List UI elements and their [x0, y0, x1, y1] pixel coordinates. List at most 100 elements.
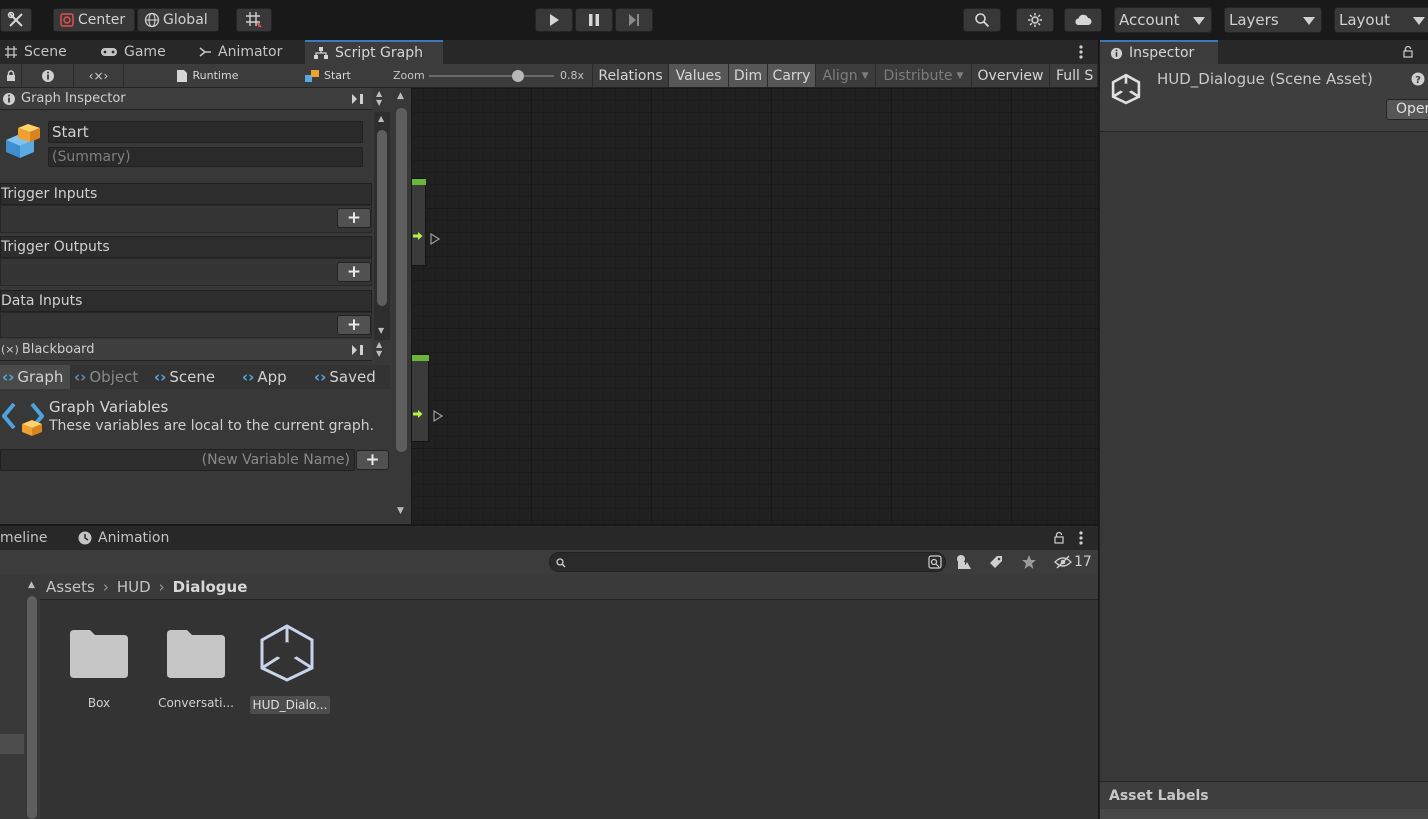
graph-node[interactable]	[411, 178, 426, 266]
trigger-outputs-header[interactable]: Trigger Outputs	[0, 236, 372, 258]
tab-animation[interactable]: Animation	[70, 526, 180, 550]
scroll-down-icon[interactable]: ▼	[397, 506, 404, 516]
tab-game[interactable]: Game	[92, 40, 182, 64]
tab-timeline[interactable]: meline	[0, 526, 60, 550]
add-variable-button[interactable]: +	[356, 450, 389, 470]
breadcrumb-dialogue[interactable]: Dialogue	[173, 578, 248, 596]
chevron-right-icon: ›	[102, 577, 109, 596]
overview-button[interactable]: Overview	[972, 64, 1050, 87]
scroll-up-icon[interactable]: ▲	[28, 580, 35, 590]
tab-inspector[interactable]: Inspector	[1100, 40, 1218, 64]
tools-button[interactable]	[0, 8, 32, 32]
layout-dropdown[interactable]: Layout	[1334, 7, 1428, 33]
carry-toggle[interactable]: Carry	[768, 64, 816, 87]
full-screen-button[interactable]: Full S	[1050, 64, 1098, 87]
tab-scene-variables[interactable]: ‹› Scene	[152, 365, 230, 389]
dock-icon[interactable]	[351, 93, 365, 105]
distribute-label: Distribute	[883, 67, 953, 84]
search-scope-icon[interactable]	[928, 555, 942, 569]
more-menu-icon[interactable]	[1076, 44, 1086, 60]
lock-icon[interactable]	[1054, 531, 1064, 544]
folder-tree-scrollbar[interactable]: ▲	[24, 574, 40, 819]
breadcrumb-runtime[interactable]: Runtime	[124, 64, 290, 87]
services-button[interactable]	[1016, 8, 1054, 32]
graph-variables-heading: Graph Variables	[49, 398, 169, 416]
dock-icon[interactable]	[351, 344, 365, 356]
asset-item-selected[interactable]: HUD_Dialo...	[249, 618, 331, 714]
search-button[interactable]	[963, 8, 1001, 32]
tab-scene[interactable]: Scene	[0, 40, 90, 64]
graph-inspector-toggle[interactable]	[22, 64, 74, 87]
account-dropdown[interactable]: Account	[1114, 7, 1212, 33]
side-panel-scroll-thumb[interactable]	[396, 108, 407, 452]
summary-field[interactable]: (Summary)	[48, 147, 363, 167]
zoom-slider-thumb[interactable]	[511, 70, 524, 82]
graph-node[interactable]	[411, 354, 429, 442]
plus-icon: +	[365, 449, 380, 470]
flow-port-icon[interactable]	[430, 233, 440, 245]
asset-item[interactable]: Conversati...	[155, 626, 237, 716]
breadcrumb-assets[interactable]: Assets	[46, 578, 95, 596]
play-button[interactable]	[535, 8, 573, 32]
scroll-up-icon[interactable]: ▲	[397, 91, 404, 101]
cloud-button[interactable]	[1064, 8, 1102, 32]
tab-saved-variables[interactable]: ‹› Saved	[312, 365, 390, 389]
favorites-star-icon[interactable]	[1021, 554, 1037, 570]
breadcrumb-hud[interactable]: HUD	[117, 578, 151, 596]
open-button[interactable]: Oper	[1386, 99, 1428, 120]
tab-object-variables[interactable]: ‹› Object	[72, 365, 150, 389]
asset-item[interactable]: Box	[62, 626, 136, 716]
data-inputs-header[interactable]: Data Inputs	[0, 290, 372, 312]
layers-dropdown[interactable]: Layers	[1224, 7, 1322, 33]
tab-script-graph[interactable]: Script Graph	[305, 40, 443, 64]
add-trigger-output-button[interactable]: +	[337, 262, 371, 282]
tab-app-variables[interactable]: ‹› App	[240, 365, 308, 389]
add-trigger-input-button[interactable]: +	[337, 208, 371, 228]
tab-animator[interactable]: Animator	[190, 40, 300, 64]
new-variable-name-field[interactable]: (New Variable Name)	[0, 449, 355, 471]
flow-arrow-icon	[413, 410, 423, 418]
project-browser: ▲ Assets › HUD › Dialogue Box Conversati…	[0, 574, 1098, 819]
trigger-inputs-label: Trigger Inputs	[1, 186, 98, 202]
side-panel-scrollbar[interactable]: ▲ ▼	[393, 88, 411, 524]
lock-button[interactable]	[0, 64, 22, 87]
tab-graph-variables[interactable]: ‹› Graph	[0, 365, 70, 389]
add-data-input-button[interactable]: +	[337, 315, 371, 335]
grid-snap-button[interactable]	[236, 8, 272, 32]
filter-by-label-icon[interactable]	[988, 554, 1004, 570]
folder-tree[interactable]	[0, 574, 24, 819]
zoom-slider[interactable]	[429, 70, 554, 82]
pivot-global-button[interactable]: Global	[137, 8, 219, 32]
asset-labels-header[interactable]: Asset Labels	[1100, 781, 1428, 809]
values-toggle[interactable]: Values	[669, 64, 729, 87]
help-icon[interactable]: ?	[1411, 72, 1425, 86]
flow-arrow-icon	[413, 232, 423, 240]
inspector-scroll-thumb[interactable]	[377, 130, 387, 306]
folder-tree-scroll-thumb[interactable]	[27, 596, 37, 819]
trigger-inputs-header[interactable]: Trigger Inputs	[0, 183, 372, 205]
step-button[interactable]	[615, 8, 653, 32]
project-search-input[interactable]	[549, 552, 946, 572]
lock-icon[interactable]	[1403, 45, 1413, 58]
inspector-scrollbar[interactable]: ▲ ▼	[374, 112, 390, 340]
blackboard-toggle[interactable]: ‹×›	[74, 64, 124, 87]
scroll-up-down-icon[interactable]: ▲ ▼	[376, 89, 382, 107]
scroll-down-icon[interactable]: ▼	[378, 326, 384, 335]
plus-icon: +	[346, 261, 362, 282]
dim-toggle[interactable]: Dim	[729, 64, 768, 87]
flow-port-icon[interactable]	[433, 410, 443, 422]
pause-button[interactable]	[575, 8, 613, 32]
node-title-field[interactable]: Start	[48, 121, 363, 143]
more-menu-icon[interactable]	[1076, 530, 1086, 546]
breadcrumb-start[interactable]: Start	[290, 64, 390, 87]
folder-tree-selected-row[interactable]	[0, 734, 24, 754]
align-dropdown[interactable]: Align ▼	[816, 64, 876, 87]
graph-canvas[interactable]	[411, 88, 1098, 524]
distribute-dropdown[interactable]: Distribute ▼	[876, 64, 972, 87]
scroll-up-icon[interactable]: ▲	[378, 114, 384, 123]
pivot-center-button[interactable]: Center	[53, 8, 135, 32]
hidden-packages-toggle[interactable]: 17	[1054, 553, 1092, 571]
scroll-up-down-icon[interactable]: ▲ ▼	[376, 340, 382, 358]
relations-toggle[interactable]: Relations	[592, 64, 669, 87]
filter-by-type-icon[interactable]	[956, 554, 972, 570]
